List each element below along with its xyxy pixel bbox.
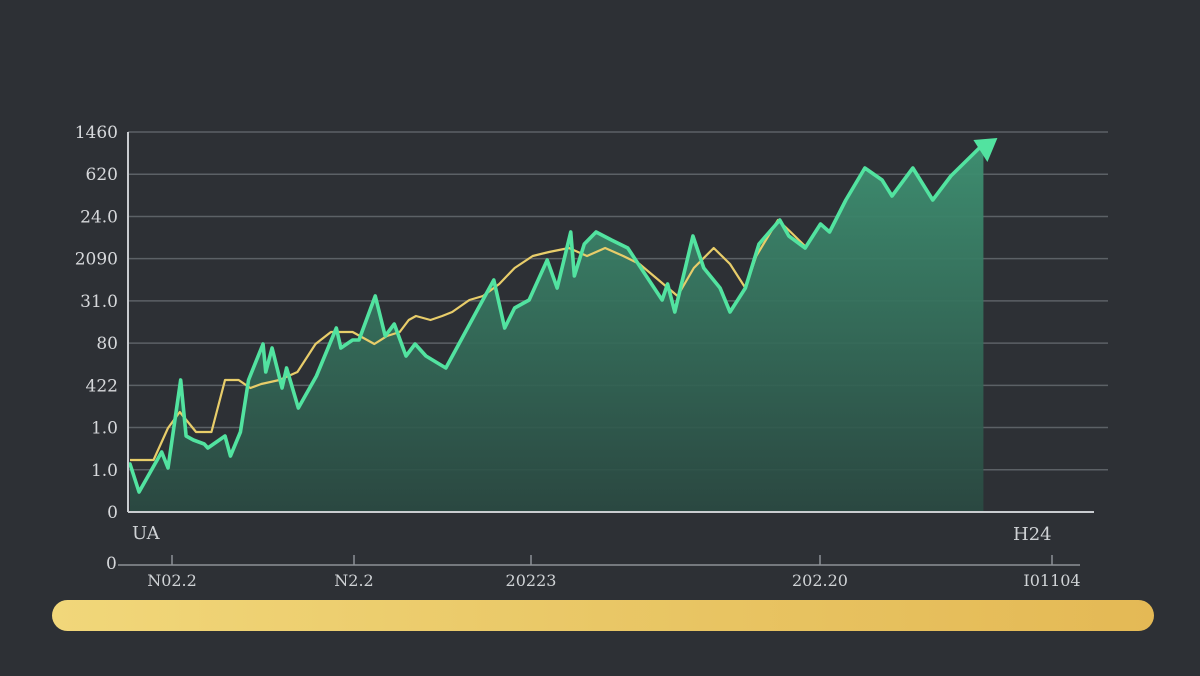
y-tick-labels: 0 1.0 1.0 422 80 31.0 2090 24.0 620 1460 [75, 123, 118, 523]
y-tick-label: 422 [86, 376, 118, 396]
x-tick-label: I01104 [1023, 571, 1080, 590]
y-tick-label: 620 [86, 165, 118, 185]
y-tick-label: 1460 [75, 123, 118, 143]
x-tick-label: N2.2 [334, 571, 373, 590]
timeline-bar[interactable] [52, 600, 1154, 631]
stock-trend-chart: 0 1.0 1.0 422 80 31.0 2090 24.0 620 1460 N02.2 N2.… [75, 123, 1108, 590]
chart-stage: 0 1.0 1.0 422 80 31.0 2090 24.0 620 1460 N02.2 N2.… [0, 0, 1200, 676]
x-tick-label: 20223 [506, 571, 557, 590]
y-tick-label: 80 [96, 334, 118, 354]
x-tick-labels: N02.2 N2.2 20223 202.20 I01104 [147, 555, 1081, 590]
area-fill [130, 136, 984, 512]
corner-label-right: H24 [1013, 524, 1052, 545]
y-tick-label: 31.0 [80, 292, 118, 312]
area-layer [130, 136, 984, 512]
y-tick-label: 0 [107, 503, 118, 523]
y-tick-label: 2090 [75, 250, 118, 270]
y-tick-label: 1.0 [91, 461, 118, 481]
y-tick-label: 1.0 [91, 419, 118, 439]
corner-label-left: UA [132, 523, 161, 544]
y-tick-label: 24.0 [80, 207, 118, 227]
x-tick-label: N02.2 [147, 571, 197, 590]
x-tick-label: 202.20 [792, 571, 848, 590]
timeline-origin-label: 0 [106, 554, 117, 574]
